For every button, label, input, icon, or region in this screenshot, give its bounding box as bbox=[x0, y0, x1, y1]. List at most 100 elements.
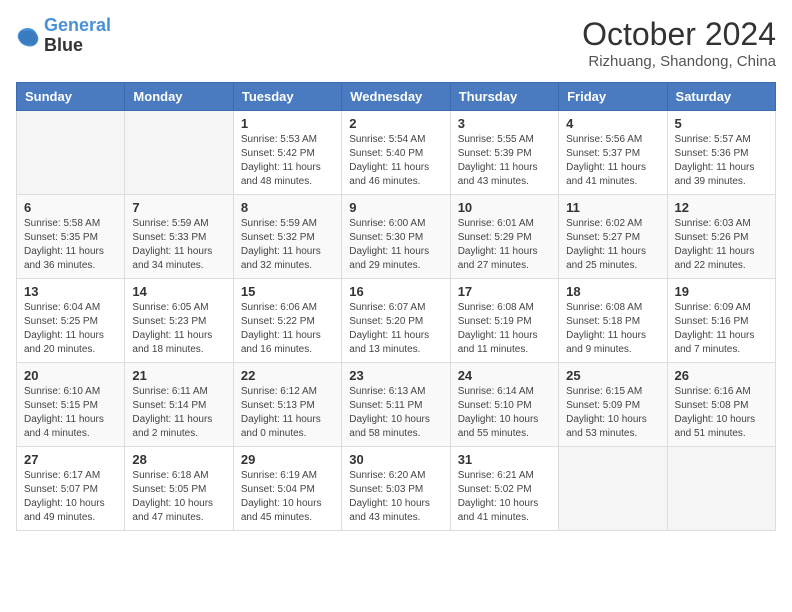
calendar-cell: 13Sunrise: 6:04 AM Sunset: 5:25 PM Dayli… bbox=[17, 279, 125, 363]
day-number: 4 bbox=[566, 116, 659, 131]
day-info: Sunrise: 6:19 AM Sunset: 5:04 PM Dayligh… bbox=[241, 469, 334, 525]
calendar-week-3: 20 Sunrise: 6:10 AM Sunset: 5:15 PM Dayli… bbox=[17, 363, 776, 447]
calendar-cell: 16Sunrise: 6:07 AM Sunset: 5:20 PM Dayli… bbox=[342, 279, 450, 363]
logo: General Blue bbox=[16, 16, 111, 56]
day-number: 10 bbox=[458, 200, 551, 215]
calendar-cell: 18Sunrise: 6:08 AM Sunset: 5:18 PM Dayli… bbox=[559, 279, 667, 363]
day-info: Sunrise: 6:10 AM Sunset: 5:15 PM Dayligh… bbox=[24, 385, 117, 441]
weekday-header-wednesday: Wednesday bbox=[342, 83, 450, 111]
calendar-cell: 1 Sunrise: 5:53 AM Sunset: 5:42 PM Daylig… bbox=[233, 111, 341, 195]
day-number: 12 bbox=[675, 200, 768, 215]
day-info: Sunrise: 5:55 AM Sunset: 5:39 PM Dayligh… bbox=[458, 133, 551, 189]
day-info: Sunrise: 6:09 AM Sunset: 5:16 PM Dayligh… bbox=[675, 301, 768, 357]
calendar-cell: 27 Sunrise: 6:17 AM Sunset: 5:07 PM Dayli… bbox=[17, 447, 125, 531]
day-number: 25 bbox=[566, 368, 659, 383]
day-info: Sunrise: 6:08 AM Sunset: 5:19 PM Dayligh… bbox=[458, 301, 551, 357]
location: Rizhuang, Shandong, China bbox=[582, 53, 776, 70]
calendar-week-1: 6Sunrise: 5:58 AM Sunset: 5:35 PM Daylig… bbox=[17, 195, 776, 279]
day-number: 19 bbox=[675, 284, 768, 299]
day-number: 8 bbox=[241, 200, 334, 215]
month-title: October 2024 bbox=[582, 16, 776, 53]
day-number: 21 bbox=[132, 368, 225, 383]
day-info: Sunrise: 5:53 AM Sunset: 5:42 PM Dayligh… bbox=[241, 133, 334, 189]
day-number: 20 bbox=[24, 368, 117, 383]
calendar-cell: 11 Sunrise: 6:02 AM Sunset: 5:27 PM Dayli… bbox=[559, 195, 667, 279]
day-number: 29 bbox=[241, 452, 334, 467]
day-info: Sunrise: 6:12 AM Sunset: 5:13 PM Dayligh… bbox=[241, 385, 334, 441]
day-info: Sunrise: 5:54 AM Sunset: 5:40 PM Dayligh… bbox=[349, 133, 442, 189]
day-number: 7 bbox=[132, 200, 225, 215]
calendar-cell: 14 Sunrise: 6:05 AM Sunset: 5:23 PM Dayli… bbox=[125, 279, 233, 363]
day-info: Sunrise: 5:59 AM Sunset: 5:33 PM Dayligh… bbox=[132, 217, 225, 273]
day-number: 1 bbox=[241, 116, 334, 131]
day-info: Sunrise: 6:02 AM Sunset: 5:27 PM Dayligh… bbox=[566, 217, 659, 273]
day-info: Sunrise: 6:18 AM Sunset: 5:05 PM Dayligh… bbox=[132, 469, 225, 525]
logo-icon bbox=[16, 24, 40, 48]
calendar-cell: 24Sunrise: 6:14 AM Sunset: 5:10 PM Dayli… bbox=[450, 363, 558, 447]
calendar-cell: 21 Sunrise: 6:11 AM Sunset: 5:14 PM Dayli… bbox=[125, 363, 233, 447]
calendar-cell: 4 Sunrise: 5:56 AM Sunset: 5:37 PM Daylig… bbox=[559, 111, 667, 195]
day-info: Sunrise: 5:57 AM Sunset: 5:36 PM Dayligh… bbox=[675, 133, 768, 189]
logo-text: General Blue bbox=[44, 16, 111, 56]
day-number: 5 bbox=[675, 116, 768, 131]
calendar-cell: 29 Sunrise: 6:19 AM Sunset: 5:04 PM Dayli… bbox=[233, 447, 341, 531]
day-info: Sunrise: 5:59 AM Sunset: 5:32 PM Dayligh… bbox=[241, 217, 334, 273]
day-info: Sunrise: 6:17 AM Sunset: 5:07 PM Dayligh… bbox=[24, 469, 117, 525]
day-number: 30 bbox=[349, 452, 442, 467]
day-number: 24 bbox=[458, 368, 551, 383]
day-number: 11 bbox=[566, 200, 659, 215]
calendar-cell: 2 Sunrise: 5:54 AM Sunset: 5:40 PM Daylig… bbox=[342, 111, 450, 195]
day-number: 2 bbox=[349, 116, 442, 131]
weekday-header-monday: Monday bbox=[125, 83, 233, 111]
day-number: 31 bbox=[458, 452, 551, 467]
calendar-cell bbox=[559, 447, 667, 531]
day-number: 18 bbox=[566, 284, 659, 299]
day-info: Sunrise: 6:16 AM Sunset: 5:08 PM Dayligh… bbox=[675, 385, 768, 441]
day-number: 22 bbox=[241, 368, 334, 383]
calendar-week-0: 1 Sunrise: 5:53 AM Sunset: 5:42 PM Daylig… bbox=[17, 111, 776, 195]
calendar-cell: 23Sunrise: 6:13 AM Sunset: 5:11 PM Dayli… bbox=[342, 363, 450, 447]
calendar-cell: 15Sunrise: 6:06 AM Sunset: 5:22 PM Dayli… bbox=[233, 279, 341, 363]
day-info: Sunrise: 5:56 AM Sunset: 5:37 PM Dayligh… bbox=[566, 133, 659, 189]
day-info: Sunrise: 6:01 AM Sunset: 5:29 PM Dayligh… bbox=[458, 217, 551, 273]
page-header: General Blue October 2024 Rizhuang, Shan… bbox=[16, 16, 776, 70]
calendar-cell: 9Sunrise: 6:00 AM Sunset: 5:30 PM Daylig… bbox=[342, 195, 450, 279]
calendar-header: SundayMondayTuesdayWednesdayThursdayFrid… bbox=[17, 83, 776, 111]
calendar-week-4: 27 Sunrise: 6:17 AM Sunset: 5:07 PM Dayli… bbox=[17, 447, 776, 531]
calendar-cell: 5 Sunrise: 5:57 AM Sunset: 5:36 PM Daylig… bbox=[667, 111, 775, 195]
calendar-cell: 28 Sunrise: 6:18 AM Sunset: 5:05 PM Dayli… bbox=[125, 447, 233, 531]
title-block: October 2024 Rizhuang, Shandong, China bbox=[582, 16, 776, 70]
calendar-cell: 8 Sunrise: 5:59 AM Sunset: 5:32 PM Daylig… bbox=[233, 195, 341, 279]
day-number: 9 bbox=[349, 200, 442, 215]
calendar-cell: 19 Sunrise: 6:09 AM Sunset: 5:16 PM Dayli… bbox=[667, 279, 775, 363]
calendar-cell: 20 Sunrise: 6:10 AM Sunset: 5:15 PM Dayli… bbox=[17, 363, 125, 447]
day-info: Sunrise: 6:11 AM Sunset: 5:14 PM Dayligh… bbox=[132, 385, 225, 441]
day-info: Sunrise: 6:03 AM Sunset: 5:26 PM Dayligh… bbox=[675, 217, 768, 273]
day-info: Sunrise: 6:13 AM Sunset: 5:11 PM Dayligh… bbox=[349, 385, 442, 441]
weekday-header-thursday: Thursday bbox=[450, 83, 558, 111]
day-info: Sunrise: 6:05 AM Sunset: 5:23 PM Dayligh… bbox=[132, 301, 225, 357]
day-number: 14 bbox=[132, 284, 225, 299]
calendar-table: SundayMondayTuesdayWednesdayThursdayFrid… bbox=[16, 82, 776, 531]
weekday-header-friday: Friday bbox=[559, 83, 667, 111]
calendar-cell: 6Sunrise: 5:58 AM Sunset: 5:35 PM Daylig… bbox=[17, 195, 125, 279]
calendar-cell: 31 Sunrise: 6:21 AM Sunset: 5:02 PM Dayli… bbox=[450, 447, 558, 531]
day-number: 28 bbox=[132, 452, 225, 467]
calendar-cell: 12 Sunrise: 6:03 AM Sunset: 5:26 PM Dayli… bbox=[667, 195, 775, 279]
calendar-cell bbox=[667, 447, 775, 531]
calendar-cell: 30Sunrise: 6:20 AM Sunset: 5:03 PM Dayli… bbox=[342, 447, 450, 531]
weekday-header-row: SundayMondayTuesdayWednesdayThursdayFrid… bbox=[17, 83, 776, 111]
calendar-cell: 22 Sunrise: 6:12 AM Sunset: 5:13 PM Dayli… bbox=[233, 363, 341, 447]
weekday-header-saturday: Saturday bbox=[667, 83, 775, 111]
day-number: 6 bbox=[24, 200, 117, 215]
day-number: 13 bbox=[24, 284, 117, 299]
day-number: 3 bbox=[458, 116, 551, 131]
day-number: 27 bbox=[24, 452, 117, 467]
calendar-body: 1 Sunrise: 5:53 AM Sunset: 5:42 PM Daylig… bbox=[17, 111, 776, 531]
day-number: 26 bbox=[675, 368, 768, 383]
day-info: Sunrise: 6:06 AM Sunset: 5:22 PM Dayligh… bbox=[241, 301, 334, 357]
day-info: Sunrise: 6:07 AM Sunset: 5:20 PM Dayligh… bbox=[349, 301, 442, 357]
calendar-cell bbox=[17, 111, 125, 195]
calendar-cell: 17Sunrise: 6:08 AM Sunset: 5:19 PM Dayli… bbox=[450, 279, 558, 363]
day-info: Sunrise: 6:21 AM Sunset: 5:02 PM Dayligh… bbox=[458, 469, 551, 525]
